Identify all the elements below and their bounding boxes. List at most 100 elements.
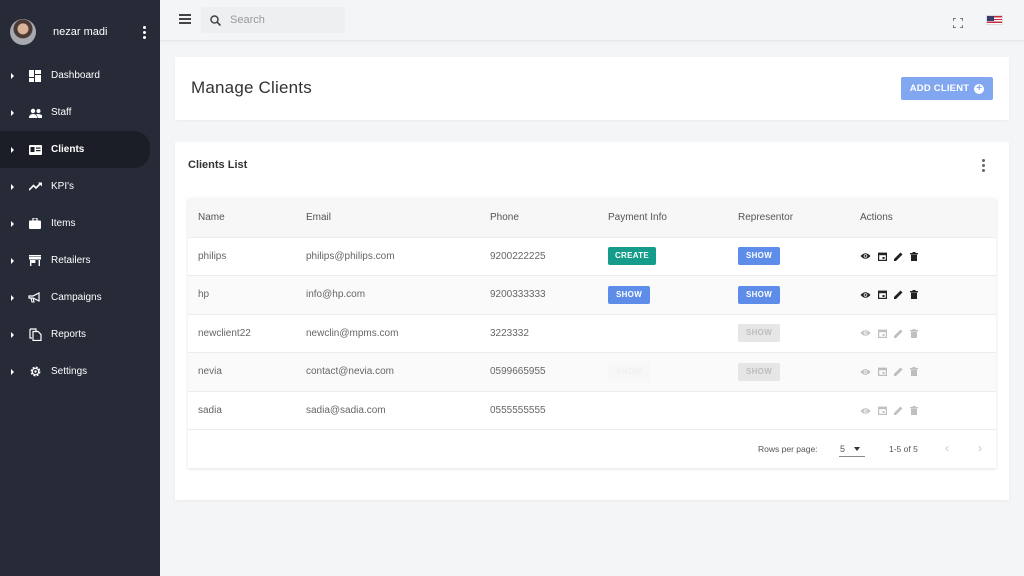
rows-per-page-label: Rows per page: [758,444,818,454]
cell-representor: SHOW [738,313,860,353]
edit-icon [894,367,903,377]
table-row[interactable]: hp info@hp.com 9200333333 SHOW SHOW [188,275,996,314]
table-row[interactable]: nevia contact@nevia.com 0599665955 SHOW … [188,352,996,391]
cell-phone: 0599665955 [490,352,608,391]
briefcase-icon [28,217,42,231]
sidebar-item-kpis[interactable]: KPI's [0,168,160,205]
caret-right-icon [11,368,14,375]
delete-icon [910,328,918,338]
trending-up-icon [28,180,42,194]
caret-right-icon [11,220,14,227]
profile-name: nezar madi [53,26,108,38]
table-row[interactable]: newclient22 newclin@mpms.com 3223332 SHO… [188,313,996,353]
profile-menu-icon[interactable] [138,25,150,39]
cell-payment-info [608,390,738,430]
column-header-email[interactable]: Email [306,198,490,237]
sidebar-item-label: Dashboard [51,70,100,81]
hamburger-menu-icon[interactable] [179,14,191,24]
rows-per-page-select[interactable]: 5 [839,441,865,457]
fullscreen-icon[interactable] [952,15,964,33]
sidebar-item-label: Campaigns [51,292,102,303]
pagination: Rows per page: 5 1-5 of 5 ‹ › [188,429,996,468]
edit-icon[interactable] [894,252,903,261]
column-header-representor[interactable]: Representor [738,198,860,237]
table-header-row: Name Email Phone Payment Info Represento… [188,198,996,237]
sidebar-item-items[interactable]: Items [0,205,160,242]
caret-right-icon [11,72,14,79]
table-row[interactable]: philips philips@philips.com 9200222225 C… [188,236,996,276]
show-representor-button-disabled: SHOW [738,362,780,381]
caret-right-icon [11,109,14,116]
show-payment-button[interactable]: SHOW [608,285,650,304]
sidebar-item-label: Staff [51,107,72,118]
chevron-left-icon[interactable]: ‹ [941,441,953,455]
view-icon [860,330,871,336]
store-icon [28,254,42,268]
cell-actions [860,313,996,353]
sidebar-item-reports[interactable]: Reports [0,316,160,353]
column-header-name[interactable]: Name [188,198,306,237]
clients-list-card: Clients List Name Email Phone Payment In… [175,142,1009,500]
caret-right-icon [11,331,14,338]
delete-icon[interactable] [910,251,918,261]
calendar-icon[interactable] [878,290,887,300]
avatar[interactable] [10,19,36,45]
sidebar: nezar madi Dashboard Staff Clients KPI's… [0,0,160,576]
chevron-right-icon[interactable]: › [974,441,986,455]
cell-payment-info: SHOW [608,275,738,314]
dropdown-arrow-icon [854,447,860,451]
calendar-icon [878,367,887,377]
search-box[interactable] [201,7,345,33]
delete-icon[interactable] [910,290,918,300]
sidebar-item-label: Clients [51,144,85,155]
list-title: Clients List [188,159,248,171]
column-header-phone[interactable]: Phone [490,198,608,237]
cell-phone: 0555555555 [490,390,608,430]
sidebar-item-settings[interactable]: Settings [0,353,160,390]
calendar-icon [878,329,887,338]
page-header: Manage Clients ADD CLIENT + [175,57,1009,120]
cell-name: hp [188,275,306,314]
sidebar-item-label: KPI's [51,181,75,192]
column-header-payment-info[interactable]: Payment Info [608,198,738,237]
create-payment-button[interactable]: CREATE [608,247,656,266]
cell-name: sadia [188,390,306,430]
more-options-icon[interactable] [982,159,985,172]
sidebar-item-staff[interactable]: Staff [0,94,160,131]
cell-actions [860,236,996,276]
clients-table: Name Email Phone Payment Info Represento… [188,198,996,468]
sidebar-item-label: Settings [51,366,88,377]
cell-payment-info: CREATE [608,236,738,276]
cell-actions [860,275,996,314]
megaphone-icon [28,291,42,305]
sidebar-item-label: Retailers [51,255,91,266]
table-row[interactable]: sadia sadia@sadia.com 0555555555 [188,390,996,430]
sidebar-item-retailers[interactable]: Retailers [0,242,160,279]
people-icon [28,106,42,120]
add-client-button[interactable]: ADD CLIENT + [901,77,993,100]
us-flag-icon[interactable] [986,15,1003,25]
dashboard-icon [28,69,42,83]
cell-phone: 9200333333 [490,275,608,314]
show-representor-button[interactable]: SHOW [738,285,780,304]
documents-icon [28,328,42,342]
cell-name: nevia [188,352,306,391]
show-representor-button[interactable]: SHOW [738,247,780,266]
sidebar-item-campaigns[interactable]: Campaigns [0,279,160,316]
edit-icon[interactable] [894,290,903,300]
add-circle-icon: + [974,82,985,94]
sidebar-item-clients[interactable]: Clients [0,131,150,168]
search-input[interactable] [230,14,330,26]
cell-phone: 9200222225 [490,236,608,276]
view-icon[interactable] [860,291,871,299]
sidebar-item-label: Reports [51,329,87,340]
sidebar-nav: Dashboard Staff Clients KPI's Items Reta… [0,57,160,390]
cell-email: philips@philips.com [306,236,490,276]
sidebar-item-dashboard[interactable]: Dashboard [0,57,160,94]
calendar-icon[interactable] [878,252,887,261]
cell-name: newclient22 [188,313,306,353]
cell-actions [860,390,996,430]
view-icon[interactable] [860,252,871,260]
caret-right-icon [11,183,14,190]
edit-icon [894,329,903,338]
